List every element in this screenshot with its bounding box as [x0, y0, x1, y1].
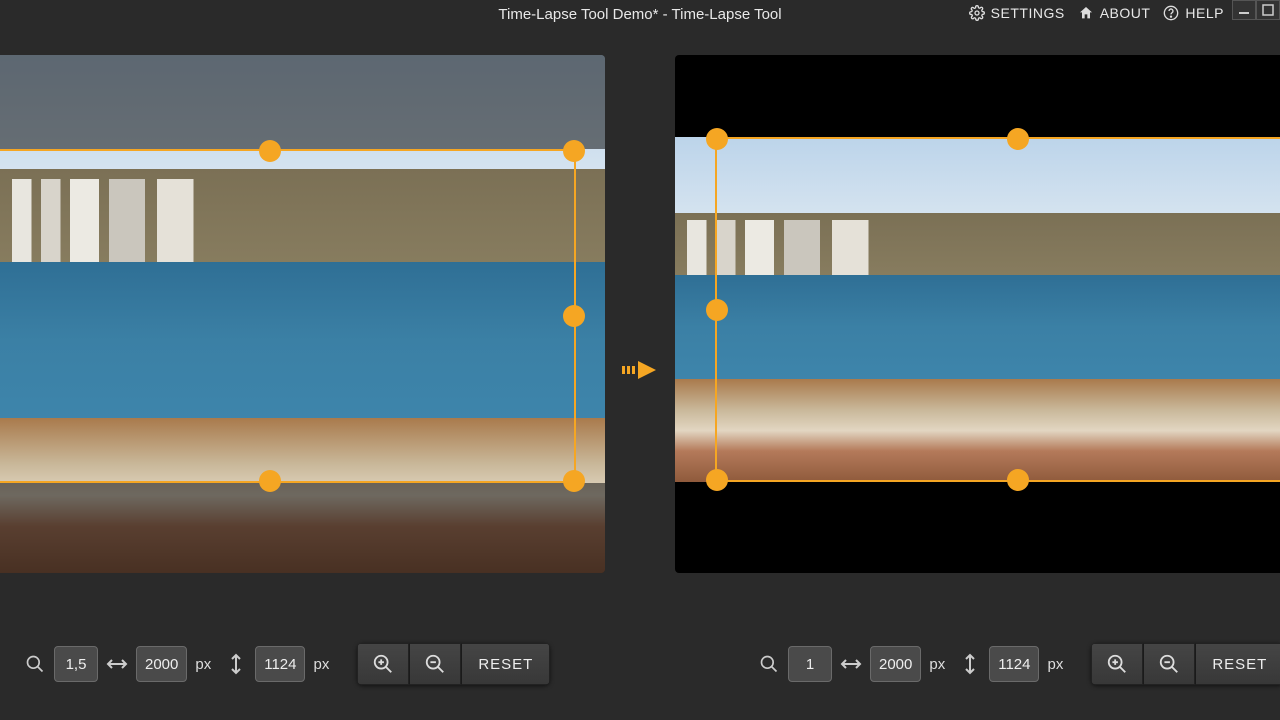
zoom-in-icon: [1106, 653, 1128, 675]
zoom-in-icon: [372, 653, 394, 675]
maximize-icon: [1262, 4, 1274, 16]
menu-bar: SETTINGS ABOUT HELP: [966, 2, 1224, 24]
crop-handle-left[interactable]: [706, 299, 728, 321]
zoom-out-icon: [1158, 653, 1180, 675]
about-menu[interactable]: ABOUT: [1075, 2, 1151, 24]
crop-handle-br[interactable]: [563, 470, 585, 492]
width-icon: [840, 653, 862, 675]
height-field-start[interactable]: 1124: [255, 646, 305, 682]
titlebar: Time-Lapse Tool Demo* - Time-Lapse Tool …: [0, 0, 1280, 32]
start-frame-toolbar: 1,5 2000 px 1124 px RESET: [24, 640, 550, 688]
end-frame-panel: [675, 55, 1280, 573]
zoom-button-group-start: RESET: [357, 643, 550, 685]
window-buttons: [1232, 0, 1280, 20]
zoom-out-icon: [424, 653, 446, 675]
crop-handle-tr[interactable]: [563, 140, 585, 162]
help-icon: [1160, 2, 1182, 24]
width-unit: px: [195, 656, 211, 673]
home-icon: [1075, 2, 1097, 24]
gear-icon: [966, 2, 988, 24]
zoom-field-start[interactable]: 1,5: [54, 646, 98, 682]
height-unit: px: [313, 656, 329, 673]
width-icon: [106, 653, 128, 675]
magnifier-icon: [24, 653, 46, 675]
zoom-out-button[interactable]: [409, 643, 461, 685]
minimize-icon: [1238, 4, 1250, 16]
minimize-button[interactable]: [1232, 0, 1256, 20]
reset-button-start[interactable]: RESET: [461, 643, 550, 685]
end-frame-toolbar: 1 2000 px 1124 px RESET: [758, 640, 1280, 688]
crop-handle-bottom[interactable]: [259, 470, 281, 492]
transition-arrow-icon: [622, 355, 658, 385]
zoom-field-end[interactable]: 1: [788, 646, 832, 682]
crop-handle-tl[interactable]: [706, 128, 728, 150]
crop-handle-top[interactable]: [259, 140, 281, 162]
crop-handle-top[interactable]: [1007, 128, 1029, 150]
end-frame-image: [675, 137, 1280, 482]
crop-handle-right[interactable]: [563, 305, 585, 327]
width-field-end[interactable]: 2000: [870, 646, 921, 682]
crop-mask-top: [0, 55, 605, 149]
start-frame-panel: [0, 55, 605, 573]
crop-handle-bl[interactable]: [706, 469, 728, 491]
height-icon: [959, 653, 981, 675]
help-menu[interactable]: HELP: [1160, 2, 1224, 24]
magnifier-icon: [758, 653, 780, 675]
about-label: ABOUT: [1100, 5, 1151, 21]
zoom-in-button[interactable]: [357, 643, 409, 685]
content-area: 1,5 2000 px 1124 px RESET 1 2000: [0, 55, 1280, 720]
help-label: HELP: [1185, 5, 1224, 21]
zoom-out-button[interactable]: [1143, 643, 1195, 685]
height-unit: px: [1047, 656, 1063, 673]
settings-menu[interactable]: SETTINGS: [966, 2, 1065, 24]
zoom-button-group-end: RESET: [1091, 643, 1280, 685]
crop-handle-bottom[interactable]: [1007, 469, 1029, 491]
crop-mask-bottom: [0, 483, 605, 573]
settings-label: SETTINGS: [991, 5, 1065, 21]
width-unit: px: [929, 656, 945, 673]
width-field-start[interactable]: 2000: [136, 646, 187, 682]
reset-button-end[interactable]: RESET: [1195, 643, 1280, 685]
height-icon: [225, 653, 247, 675]
zoom-in-button[interactable]: [1091, 643, 1143, 685]
window-title: Time-Lapse Tool Demo* - Time-Lapse Tool: [498, 6, 781, 23]
height-field-end[interactable]: 1124: [989, 646, 1039, 682]
maximize-button[interactable]: [1256, 0, 1280, 20]
